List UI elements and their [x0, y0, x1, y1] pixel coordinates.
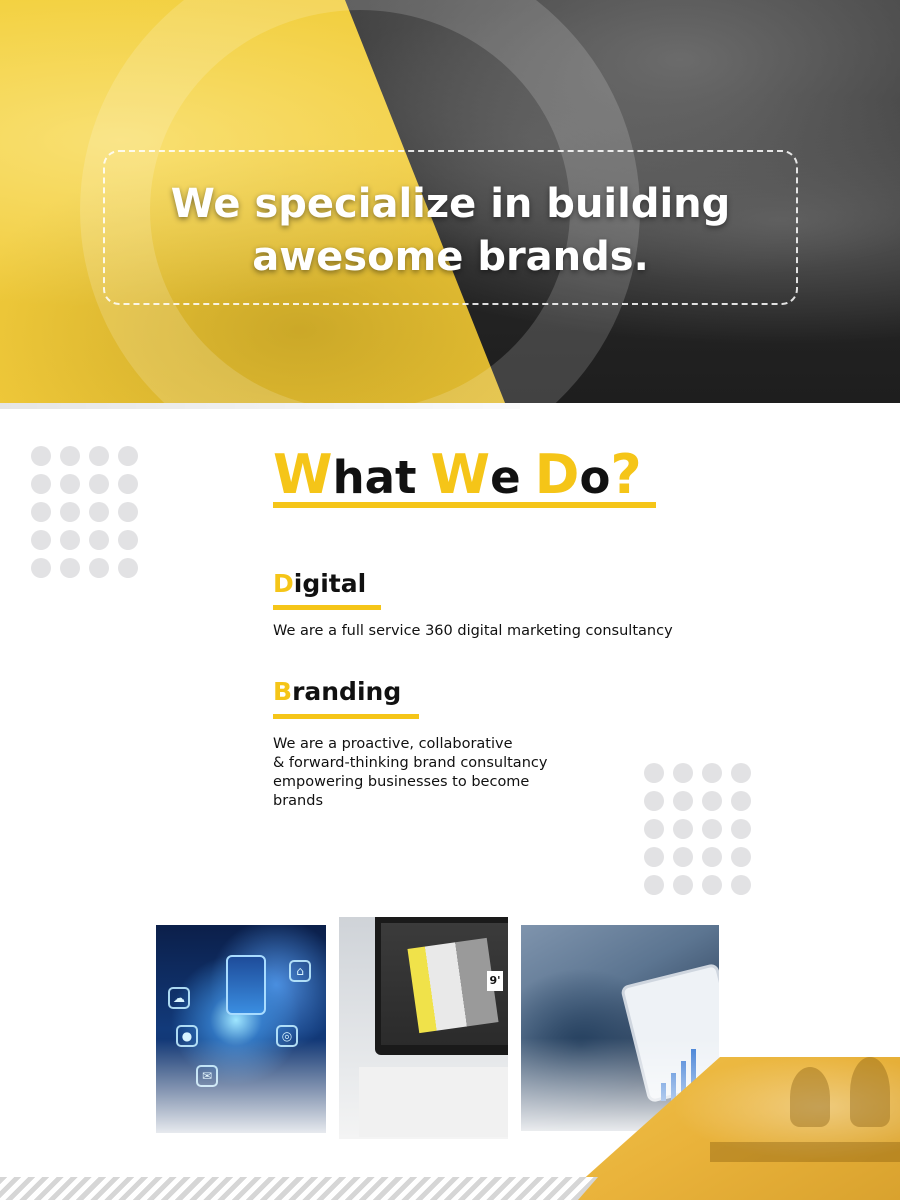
decorative-dot [31, 446, 51, 466]
decorative-dot [118, 446, 138, 466]
service-description-digital: We are a full service 360 digital market… [273, 623, 673, 639]
decorative-dot [673, 847, 693, 867]
digital-network-image: ⌂ ☁ ● ◎ ✉ [156, 925, 326, 1133]
hero-shadow [0, 403, 520, 409]
title-letter-w1: W [273, 443, 333, 506]
cloud-icon: ☁ [168, 987, 190, 1009]
decorative-dot [118, 558, 138, 578]
title-question-mark: ? [610, 443, 642, 506]
decorative-dot [731, 791, 751, 811]
decorative-dot [673, 875, 693, 895]
hero-headline-line2: awesome brands. [252, 234, 649, 280]
decorative-dot [731, 763, 751, 783]
decorative-dot [644, 763, 664, 783]
decorative-dot [731, 819, 751, 839]
decorative-dot [702, 819, 722, 839]
decorative-dot [118, 502, 138, 522]
decorative-stripes [0, 1177, 598, 1200]
service-initial: B [273, 677, 293, 706]
decorative-dot [644, 819, 664, 839]
service-title-branding: Branding [273, 677, 401, 707]
decorative-dot [702, 875, 722, 895]
title-part-hat: hat [332, 451, 417, 504]
title-part-o: o [579, 451, 611, 504]
hero-banner: We specialize in building awesome brands… [0, 0, 900, 403]
desk-surface [359, 1067, 508, 1137]
branding-desc-line: brands [273, 793, 323, 809]
service-underline-branding [273, 714, 419, 719]
decorative-dot [673, 791, 693, 811]
service-underline-digital [273, 605, 381, 610]
service-title-rest: igital [293, 569, 367, 598]
decorative-dot [60, 530, 80, 550]
home-icon: ⌂ [289, 960, 311, 982]
service-initial: D [273, 569, 294, 598]
screen-label: 9' [487, 971, 503, 991]
decorative-dot [60, 474, 80, 494]
decorative-dot [89, 474, 109, 494]
decorative-dot [31, 502, 51, 522]
decorative-dot [31, 530, 51, 550]
design-monitor-image: 9' [339, 917, 508, 1139]
service-title-digital: Digital [273, 569, 366, 599]
decorative-dot [31, 558, 51, 578]
decorative-dot [60, 502, 80, 522]
section-title: What We Do? [273, 447, 656, 506]
section-title-underline [273, 502, 656, 508]
decorative-dot [702, 763, 722, 783]
decorative-dot [31, 474, 51, 494]
decorative-dot [731, 875, 751, 895]
branding-desc-line: & forward-thinking brand consultancy [273, 755, 548, 771]
decorative-dot [702, 847, 722, 867]
title-letter-d: D [534, 443, 580, 506]
decorative-dot [673, 763, 693, 783]
decorative-dot [60, 446, 80, 466]
hero-headline-line1: We specialize in building [170, 181, 731, 227]
decorative-dot [89, 502, 109, 522]
decorative-dot [60, 558, 80, 578]
decorative-dot [118, 474, 138, 494]
service-title-rest: randing [292, 677, 402, 706]
decorative-dot [89, 530, 109, 550]
smartphone-icon [226, 955, 266, 1015]
hero-headline: We specialize in building awesome brands… [103, 178, 798, 284]
decorative-dot [89, 446, 109, 466]
decorative-dot [89, 558, 109, 578]
decorative-dot [702, 791, 722, 811]
decorative-dot [644, 791, 664, 811]
dot-grid-right [644, 763, 751, 895]
decorative-dot [118, 530, 138, 550]
dot-grid-left [31, 446, 138, 578]
service-description-branding: We are a proactive, collaborative & forw… [273, 735, 603, 811]
title-letter-w2: W [430, 443, 491, 506]
branding-desc-line: We are a proactive, collaborative [273, 736, 513, 752]
decorative-dot [644, 875, 664, 895]
branding-desc-line: empowering businesses to become [273, 774, 530, 790]
decorative-dot [673, 819, 693, 839]
title-part-e: e [490, 451, 521, 504]
decorative-dot [731, 847, 751, 867]
screen-artwork [407, 937, 499, 1034]
decorative-dot [644, 847, 664, 867]
